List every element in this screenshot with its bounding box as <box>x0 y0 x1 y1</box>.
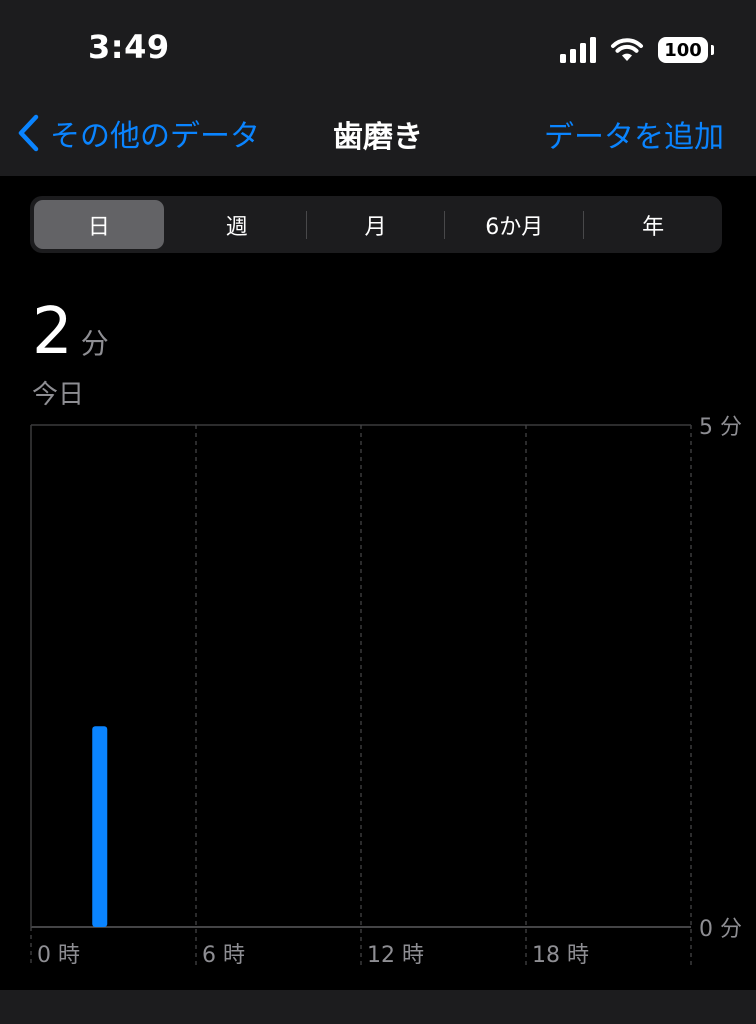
bottom-bar <box>0 990 756 1024</box>
chart-bar <box>92 726 108 927</box>
x-tick-label: 18 時 <box>532 943 589 968</box>
segment-divider <box>305 210 307 239</box>
battery-icon: 100 <box>658 37 714 63</box>
x-tick-label: 12 時 <box>367 943 424 968</box>
back-button[interactable]: その他のデータ <box>16 110 260 156</box>
segment-day[interactable]: 日 <box>34 200 164 249</box>
cellular-signal-icon <box>560 37 596 63</box>
add-data-button[interactable]: データを追加 <box>544 112 724 156</box>
chevron-left-icon <box>18 114 39 152</box>
status-time: 3:49 <box>88 28 170 66</box>
segment-six-months[interactable]: 6か月 <box>449 200 579 249</box>
summary-value: 2 分 <box>32 300 109 364</box>
summary-number: 2 <box>32 295 73 369</box>
back-button-label: その他のデータ <box>50 119 260 154</box>
summary-date: 今日 <box>32 380 85 410</box>
period-segmented-control: 日 週 月 6か月 年 <box>30 196 722 253</box>
x-tick-label: 6 時 <box>202 943 245 968</box>
segment-week[interactable]: 週 <box>172 200 302 249</box>
segment-divider <box>444 210 446 239</box>
status-icons: 100 <box>560 32 714 68</box>
summary-unit: 分 <box>80 327 109 360</box>
segment-year[interactable]: 年 <box>588 200 718 249</box>
segment-month[interactable]: 月 <box>311 200 441 249</box>
segment-divider <box>583 210 585 239</box>
y-tick-label: 0 分 <box>699 917 742 942</box>
y-tick-label: 5 分 <box>699 415 742 440</box>
x-tick-label: 0 時 <box>37 943 80 968</box>
wifi-icon <box>611 38 643 61</box>
bar-chart: 0 時 6 時 12 時 18 時 5 分 0 分 <box>30 415 742 968</box>
